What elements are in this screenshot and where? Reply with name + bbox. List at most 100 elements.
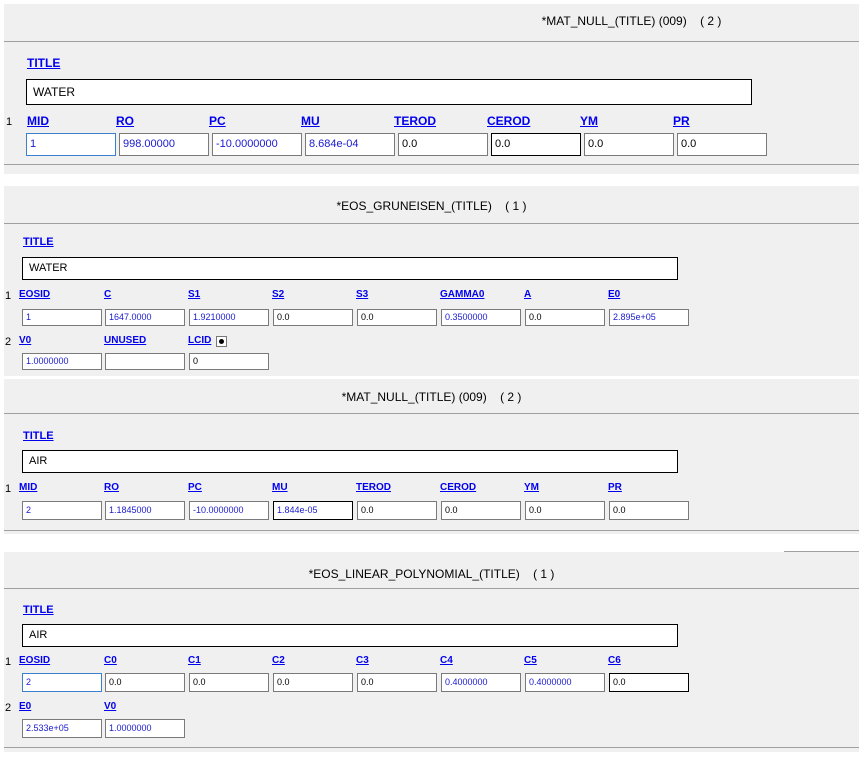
field-label-s3[interactable]: S3	[356, 289, 368, 300]
s2-input[interactable]: 0.0	[273, 309, 353, 326]
s3-input[interactable]: 0.0	[357, 309, 437, 326]
panel-header: *EOS_GRUNEISEN_(TITLE) ( 1 )	[336, 199, 527, 213]
panel-mat-null-air: *MAT_NULL_(TITLE) (009) ( 2 ) TITLE AIR …	[4, 379, 859, 534]
field-label-mid[interactable]: MID	[19, 482, 37, 493]
field-label-c1[interactable]: C1	[188, 655, 201, 666]
field-label-cerod[interactable]: CEROD	[440, 482, 476, 493]
title-input[interactable]: WATER	[26, 79, 752, 105]
field-label-lcid[interactable]: LCID	[188, 335, 211, 346]
pc-input[interactable]: -10.0000000	[189, 501, 269, 520]
e0-input[interactable]: 2.533e+05	[22, 719, 102, 738]
mid-input[interactable]: 1	[26, 133, 116, 156]
ym-input[interactable]: 0.0	[584, 133, 674, 156]
title-input[interactable]: AIR	[22, 450, 678, 473]
ro-input[interactable]: 998.00000	[119, 133, 209, 156]
field-label-pc[interactable]: PC	[188, 482, 202, 493]
pr-input[interactable]: 0.0	[677, 133, 767, 156]
c3-input[interactable]: 0.0	[357, 673, 437, 692]
cerod-input[interactable]: 0.0	[441, 501, 521, 520]
unused-input[interactable]	[105, 353, 185, 370]
field-label-cerod[interactable]: CEROD	[487, 114, 530, 128]
field-label-pr[interactable]: PR	[608, 482, 622, 493]
c4-input[interactable]: 0.4000000	[441, 673, 521, 692]
ym-input[interactable]: 0.0	[525, 501, 605, 520]
title-input[interactable]: AIR	[22, 624, 678, 647]
divider	[4, 41, 859, 42]
field-label-unused[interactable]: UNUSED	[104, 335, 146, 346]
field-label-eosid[interactable]: EOSID	[19, 655, 50, 666]
lcid-input[interactable]: 0	[189, 353, 269, 370]
divider	[4, 747, 859, 748]
field-label-c5[interactable]: C5	[524, 655, 537, 666]
field-label-v0[interactable]: V0	[19, 335, 31, 346]
mu-input[interactable]: 8.684e-04	[305, 133, 395, 156]
field-label-ro[interactable]: RO	[104, 482, 119, 493]
cerod-input[interactable]: 0.0	[491, 133, 581, 156]
field-label-e0[interactable]: E0	[19, 701, 31, 712]
pc-input[interactable]: -10.0000000	[212, 133, 302, 156]
field-label-s2[interactable]: S2	[272, 289, 284, 300]
c1-input[interactable]: 0.0	[189, 673, 269, 692]
field-label-v0[interactable]: V0	[104, 701, 116, 712]
divider	[4, 530, 859, 531]
field-label-mu[interactable]: MU	[301, 114, 320, 128]
c2-input[interactable]: 0.0	[273, 673, 353, 692]
gamma0-input[interactable]: 0.3500000	[441, 309, 521, 326]
field-label-c[interactable]: C	[104, 289, 111, 300]
c-input[interactable]: 1647.0000	[105, 309, 185, 326]
field-label-terod[interactable]: TEROD	[356, 482, 391, 493]
a-input[interactable]: 0.0	[525, 309, 605, 326]
field-label-c0[interactable]: C0	[104, 655, 117, 666]
field-label-gamma0[interactable]: GAMMA0	[440, 289, 484, 300]
ro-input[interactable]: 1.1845000	[105, 501, 185, 520]
panel-eos-linear-polynomial-air: *EOS_LINEAR_POLYNOMIAL_(TITLE) ( 1 ) TIT…	[4, 552, 859, 752]
title-label[interactable]: TITLE	[23, 430, 54, 442]
terod-input[interactable]: 0.0	[398, 133, 488, 156]
field-label-c3[interactable]: C3	[356, 655, 369, 666]
title-input[interactable]: WATER	[22, 257, 678, 280]
divider	[4, 223, 859, 224]
eosid-input[interactable]: 2	[22, 673, 102, 692]
field-label-c6[interactable]: C6	[608, 655, 621, 666]
field-label-ym[interactable]: YM	[524, 482, 539, 493]
field-label-ro[interactable]: RO	[116, 114, 134, 128]
field-label-mid[interactable]: MID	[27, 114, 49, 128]
c6-input[interactable]: 0.0	[609, 673, 689, 692]
field-label-terod[interactable]: TEROD	[394, 114, 436, 128]
c5-input[interactable]: 0.4000000	[525, 673, 605, 692]
title-label[interactable]: TITLE	[23, 236, 54, 248]
row-number: 2	[5, 336, 12, 348]
mid-input[interactable]: 2	[22, 501, 102, 520]
s1-input[interactable]: 1.9210000	[189, 309, 269, 326]
pr-input[interactable]: 0.0	[609, 501, 689, 520]
eosid-input[interactable]: 1	[22, 309, 102, 326]
terod-input[interactable]: 0.0	[357, 501, 437, 520]
v0-input[interactable]: 1.0000000	[22, 353, 102, 370]
divider	[4, 164, 859, 165]
divider	[4, 413, 859, 414]
title-label[interactable]: TITLE	[27, 56, 60, 70]
field-label-c4[interactable]: C4	[440, 655, 453, 666]
field-label-pr[interactable]: PR	[673, 114, 690, 128]
e0-input[interactable]: 2.895e+05	[609, 309, 689, 326]
field-label-pc[interactable]: PC	[209, 114, 226, 128]
field-label-s1[interactable]: S1	[188, 289, 200, 300]
panel-eos-gruneisen-water: *EOS_GRUNEISEN_(TITLE) ( 1 ) TITLE WATER…	[4, 186, 859, 376]
title-label[interactable]: TITLE	[23, 604, 54, 616]
field-label-eosid[interactable]: EOSID	[19, 289, 50, 300]
field-label-c2[interactable]: C2	[272, 655, 285, 666]
field-label-ym[interactable]: YM	[580, 114, 598, 128]
c0-input[interactable]: 0.0	[105, 673, 185, 692]
row-number: 1	[5, 483, 12, 495]
row-number: 1	[5, 290, 12, 302]
radio-dot-icon	[219, 339, 224, 344]
panel-mat-null-water: *MAT_NULL_(TITLE) (009) ( 2 ) TITLE WATE…	[4, 4, 859, 174]
panel-header: *MAT_NULL_(TITLE) (009) ( 2 )	[541, 14, 722, 28]
divider	[4, 588, 859, 589]
lcid-curve-picker-radio[interactable]	[216, 336, 227, 347]
mu-input[interactable]: 1.844e-05	[273, 501, 353, 520]
field-label-a[interactable]: A	[524, 289, 531, 300]
field-label-e0[interactable]: E0	[608, 289, 620, 300]
v0-input[interactable]: 1.0000000	[105, 719, 185, 738]
field-label-mu[interactable]: MU	[272, 482, 288, 493]
